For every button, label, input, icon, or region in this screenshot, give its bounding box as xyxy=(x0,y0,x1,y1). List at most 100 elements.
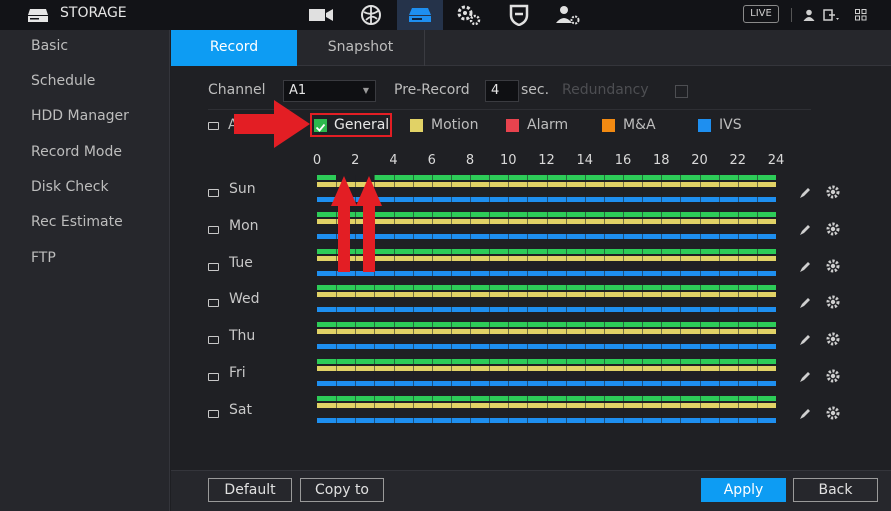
day-timeline[interactable] xyxy=(317,248,776,282)
day-timeline[interactable] xyxy=(317,395,776,429)
general-checkbox[interactable] xyxy=(314,119,327,132)
day-checkbox[interactable] xyxy=(208,262,219,271)
legend-ivs-swatch[interactable] xyxy=(698,119,711,132)
account-icon[interactable] xyxy=(554,2,582,28)
live-view-button[interactable]: LIVE xyxy=(743,5,779,23)
hour-grid-line xyxy=(661,211,663,240)
logout-icon[interactable] xyxy=(820,2,844,28)
day-checkbox[interactable] xyxy=(208,373,219,381)
bottom-bar: Default Copy to Apply Back xyxy=(171,470,891,511)
hour-grid-line xyxy=(642,248,644,277)
storage-icon[interactable] xyxy=(406,2,434,28)
copy-pencil-icon[interactable] xyxy=(797,369,813,385)
day-label: Sun xyxy=(229,181,256,197)
top-bar: STORAGE LIVE xyxy=(0,0,891,30)
gear-icon[interactable] xyxy=(825,184,841,200)
network-globe-icon[interactable] xyxy=(357,2,385,28)
legend-motion-swatch[interactable] xyxy=(410,119,423,132)
gear-icon[interactable] xyxy=(825,331,841,347)
hour-grid-line xyxy=(412,395,414,424)
hour-grid-line xyxy=(565,211,567,240)
day-timeline[interactable] xyxy=(317,322,776,355)
hour-grid-line xyxy=(756,322,758,351)
user-icon[interactable] xyxy=(798,2,820,28)
hour-grid-line xyxy=(756,175,758,203)
channel-select[interactable]: A1 ▼ xyxy=(283,80,376,102)
hour-grid-line xyxy=(508,211,510,240)
hour-grid-line xyxy=(756,248,758,277)
copy-pencil-icon[interactable] xyxy=(797,185,813,201)
hour-grid-line xyxy=(623,322,624,351)
day-checkbox[interactable] xyxy=(208,409,219,418)
gear-icon[interactable] xyxy=(825,405,841,421)
hour-grid-line xyxy=(699,175,701,203)
hour-grid-line xyxy=(374,211,376,240)
checkmark-icon xyxy=(315,123,326,132)
shield-icon[interactable] xyxy=(505,2,533,28)
hour-tick-label: 24 xyxy=(767,153,785,168)
default-button[interactable]: Default xyxy=(208,478,292,502)
legend-alarm-swatch[interactable] xyxy=(506,119,519,132)
all-label: A xyxy=(228,117,238,133)
hour-tick-label: 12 xyxy=(538,153,555,168)
copy-pencil-icon[interactable] xyxy=(797,332,813,348)
copy-to-button[interactable]: Copy to xyxy=(300,478,384,502)
grid-icon[interactable] xyxy=(850,2,872,28)
copy-pencil-icon[interactable] xyxy=(797,259,813,275)
camera-icon[interactable] xyxy=(307,2,335,28)
all-checkbox[interactable] xyxy=(208,122,219,130)
hour-grid-line xyxy=(546,395,548,424)
hour-grid-line xyxy=(603,322,605,351)
hour-grid-line xyxy=(336,322,338,351)
sidebar-item-record-mode[interactable]: Record Mode xyxy=(31,144,122,160)
tab-record[interactable]: Record xyxy=(171,30,297,66)
back-button[interactable]: Back xyxy=(793,478,878,502)
day-checkbox[interactable] xyxy=(208,225,219,234)
day-timeline[interactable] xyxy=(317,285,776,318)
hour-grid-line xyxy=(450,211,452,240)
gear-icon[interactable] xyxy=(825,294,841,310)
gear-icon[interactable] xyxy=(825,368,841,384)
hour-grid-line xyxy=(737,211,739,240)
hour-grid-line xyxy=(584,248,586,277)
copy-pencil-icon[interactable] xyxy=(797,295,813,311)
day-timeline[interactable] xyxy=(317,175,776,208)
sidebar-item-hdd-manager[interactable]: HDD Manager xyxy=(31,108,129,124)
hour-grid-line xyxy=(336,285,338,314)
sidebar-item-basic[interactable]: Basic xyxy=(31,38,68,54)
sidebar-item-disk-check[interactable]: Disk Check xyxy=(31,179,109,195)
system-settings-icon[interactable] xyxy=(455,2,483,28)
prerecord-input[interactable]: 4 xyxy=(485,80,519,102)
legend-ma-swatch[interactable] xyxy=(602,119,615,132)
hour-grid-line xyxy=(489,211,491,240)
apply-button[interactable]: Apply xyxy=(701,478,786,502)
day-checkbox[interactable] xyxy=(208,299,219,308)
hour-tick-label: 8 xyxy=(465,153,475,168)
gear-icon[interactable] xyxy=(825,221,841,237)
sidebar-item-rec-estimate[interactable]: Rec Estimate xyxy=(31,214,123,230)
hour-tick-label: 14 xyxy=(576,153,594,168)
divider xyxy=(208,109,811,110)
hour-grid-line xyxy=(603,285,605,314)
day-checkbox[interactable] xyxy=(208,336,219,345)
sidebar-item-ftp[interactable]: FTP xyxy=(31,250,56,266)
hour-grid-line xyxy=(431,285,433,314)
hour-grid-line xyxy=(393,175,395,203)
legend-general-label: General xyxy=(334,117,390,133)
hour-grid-line xyxy=(546,322,548,351)
day-timeline[interactable] xyxy=(317,211,776,245)
copy-pencil-icon[interactable] xyxy=(797,222,813,238)
hour-grid-line xyxy=(527,175,529,203)
hour-grid-line xyxy=(508,395,510,424)
hour-grid-line xyxy=(450,248,452,277)
copy-pencil-icon[interactable] xyxy=(797,406,813,422)
gear-icon[interactable] xyxy=(825,258,841,274)
day-timeline[interactable] xyxy=(317,359,776,392)
tab-snapshot[interactable]: Snapshot xyxy=(297,30,425,66)
day-checkbox[interactable] xyxy=(208,189,219,197)
hour-grid-line xyxy=(355,395,357,424)
hour-tick-label: 2 xyxy=(351,153,360,168)
hour-grid-line xyxy=(393,285,395,314)
hour-grid-line xyxy=(718,211,720,240)
sidebar-item-schedule[interactable]: Schedule xyxy=(31,73,95,89)
